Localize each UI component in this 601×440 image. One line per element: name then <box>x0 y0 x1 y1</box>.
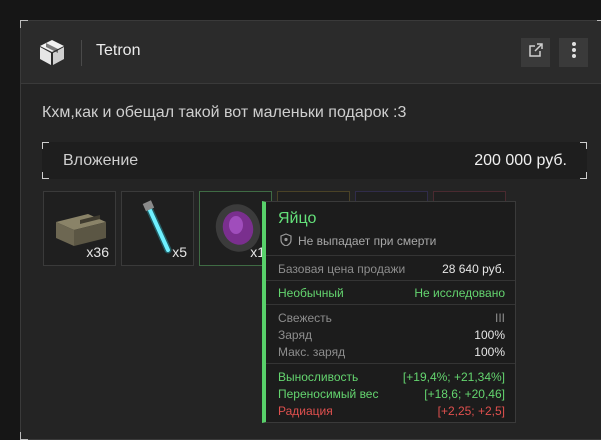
freshness-row: Свежесть III <box>278 311 505 325</box>
attachment-money-value: 200 000 руб. <box>474 152 567 169</box>
item-quantity: x5 <box>172 244 187 260</box>
stat-row-stamina: Выносливость [+19,4%; +21,34%] <box>278 370 505 384</box>
stat-row-carry-weight: Переносимый вес [+18,6; +20,46] <box>278 387 505 401</box>
item-slot-crate[interactable]: x36 <box>43 191 116 266</box>
no-drop-note: Не выпадает при смерти <box>280 233 436 249</box>
message-text: Кхм,как и обещал такой вот маленьки пода… <box>42 104 407 121</box>
attachment-bar: Вложение 200 000 руб. <box>42 142 587 179</box>
item-quantity: x36 <box>86 244 109 260</box>
frame-corner <box>20 432 28 440</box>
shield-icon <box>280 233 292 249</box>
external-link-icon <box>528 42 544 63</box>
open-external-button[interactable] <box>521 38 550 67</box>
base-price-row: Базовая цена продажи 28 640 руб. <box>278 262 505 276</box>
item-tooltip: Яйцо Не выпадает при смерти Базовая цена… <box>262 201 516 423</box>
attachment-label: Вложение <box>63 152 139 169</box>
kebab-menu-icon <box>571 41 577 64</box>
max-charge-row: Макс. заряд 100% <box>278 345 505 359</box>
window-title: Tetron <box>96 42 141 59</box>
package-box-icon <box>38 38 66 66</box>
rarity-row: Необычный Не исследовано <box>278 286 505 300</box>
window-header: Tetron <box>21 21 601 84</box>
tooltip-item-name: Яйцо <box>278 210 317 227</box>
header-divider <box>81 40 82 66</box>
charge-row: Заряд 100% <box>278 328 505 342</box>
stat-row-radiation: Радиация [+2,25; +2,5] <box>278 404 505 418</box>
item-slot-glowstick[interactable]: x5 <box>121 191 194 266</box>
more-options-button[interactable] <box>559 38 588 67</box>
